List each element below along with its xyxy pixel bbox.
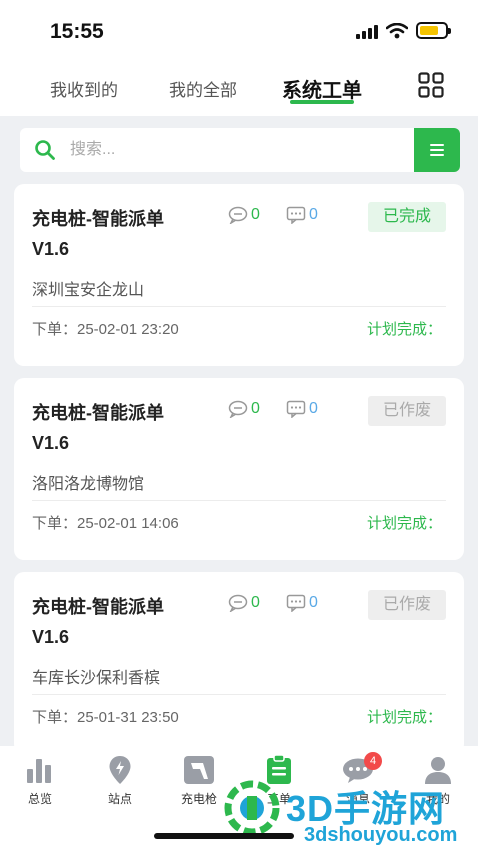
active-tab-indicator [290,100,354,104]
comment-counter: 0 [228,400,260,418]
order-location: 车库长沙保利香槟 [32,670,161,687]
charging-gun-icon [184,756,214,784]
bar-chart-icon [27,759,51,783]
status-time: 15:55 [50,20,104,43]
order-time: 下单：25-02-01 23:20 [32,321,179,338]
card-divider [32,500,446,501]
comment-count: 0 [251,400,260,417]
card-divider [32,694,446,695]
filter-menu-button[interactable] [414,128,460,172]
battery-icon [416,22,451,39]
unread-badge: 4 [364,752,382,770]
hamburger-menu-icon [430,144,444,156]
order-time: 下单：25-01-31 23:50 [32,709,179,726]
comment-counter: 0 [228,206,260,224]
comment-counter: 0 [228,594,260,612]
search-input[interactable] [70,128,410,172]
plan-complete-label: 计划完成： [366,321,442,338]
battery-fill [420,26,438,35]
grid-menu-icon[interactable] [418,72,444,98]
message-icon [286,206,306,224]
home-indicator [154,833,294,839]
tab-received[interactable]: 我收到的 [50,76,118,101]
search-icon [35,140,55,160]
top-tabs: 我收到的 我的全部 系统工单 [0,62,478,116]
order-card[interactable]: 充电桩-智能派单V1.6 0 0 已作废 车库长沙保利香槟 下单：25-01-3… [14,572,464,754]
status-icons [356,22,451,39]
status-badge: 已作废 [368,590,446,620]
order-title: 充电桩-智能派单V1.6 [32,209,164,259]
order-card[interactable]: 充电桩-智能派单V1.6 0 0 已作废 洛阳洛龙博物馆 下单：25-02-01… [14,378,464,560]
nav-label: 站点 [107,792,132,806]
comment-count: 0 [251,594,260,611]
reply-count: 0 [309,400,318,417]
tab-system-orders[interactable]: 系统工单 [282,74,362,103]
message-icon [286,594,306,612]
reply-counter: 0 [286,400,318,418]
nav-item-overview[interactable]: 总览 [10,752,70,807]
nav-label: 总览 [27,792,52,806]
order-card[interactable]: 充电桩-智能派单V1.6 0 0 已完成 深圳宝安企龙山 下单：25-02-01… [14,184,464,366]
tab-all[interactable]: 我的全部 [169,76,237,101]
search-bar [20,128,460,172]
plan-complete-label: 计划完成： [366,515,442,532]
comment-icon [228,400,248,418]
plan-complete-label: 计划完成： [366,709,442,726]
reply-counter: 0 [286,594,318,612]
order-location: 洛阳洛龙博物馆 [32,476,145,493]
comment-icon [228,594,248,612]
watermark-url: 3dshouyou.com [304,824,458,846]
order-title: 充电桩-智能派单V1.6 [32,403,164,453]
cellular-signal-icon [356,23,378,39]
comment-icon [228,206,248,224]
reply-counter: 0 [286,206,318,224]
watermark-logo-icon [224,780,280,836]
nav-item-stations[interactable]: 站点 [90,752,150,807]
comment-count: 0 [251,206,260,223]
order-location: 深圳宝安企龙山 [32,282,145,299]
card-divider [32,306,446,307]
order-title: 充电桩-智能派单V1.6 [32,597,164,647]
reply-count: 0 [309,206,318,223]
status-bar: 15:55 [0,0,478,62]
message-icon [286,400,306,418]
location-pin-icon [109,756,131,784]
order-time: 下单：25-02-01 14:06 [32,515,179,532]
reply-count: 0 [309,594,318,611]
wifi-icon [386,22,408,38]
status-badge: 已作废 [368,396,446,426]
status-badge: 已完成 [368,202,446,232]
